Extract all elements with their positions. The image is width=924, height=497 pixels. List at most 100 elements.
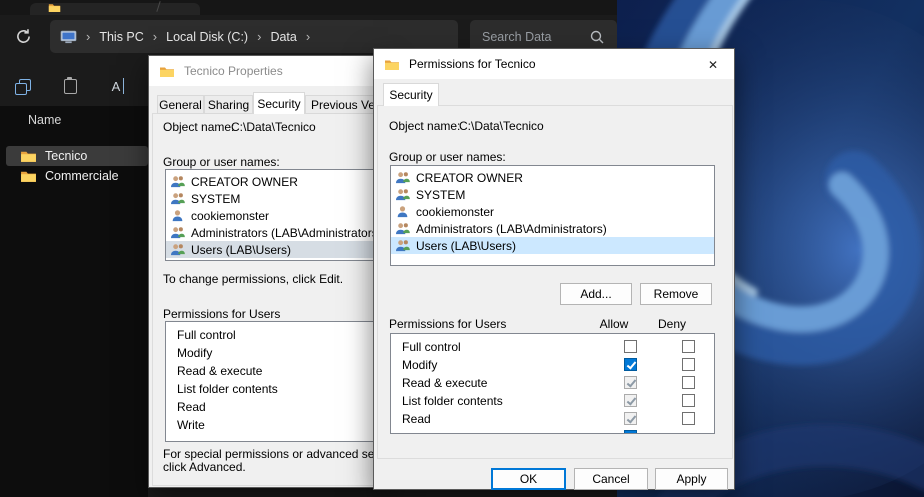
group-item-system[interactable]: SYSTEM bbox=[391, 186, 714, 203]
allow-checkbox-modify[interactable] bbox=[624, 358, 637, 371]
file-row-tecnico[interactable]: Tecnico bbox=[6, 146, 148, 166]
file-list-pane: Name Tecnico Commerciale bbox=[0, 106, 148, 497]
group-item-system[interactable]: SYSTEM bbox=[166, 190, 376, 207]
permissions-for-users-label: Permissions for Users bbox=[389, 317, 506, 331]
allow-checkbox-read-execute[interactable] bbox=[624, 376, 637, 389]
group-icon bbox=[395, 239, 410, 252]
permissions-dialog-titlebar[interactable]: Permissions for Tecnico bbox=[374, 49, 734, 79]
breadcrumb-chevron-icon: › bbox=[86, 29, 90, 44]
group-icon bbox=[395, 188, 410, 201]
deny-checkbox-modify[interactable] bbox=[682, 358, 695, 371]
permission-label: Modify bbox=[177, 344, 212, 362]
advanced-hint-line2: click Advanced. bbox=[163, 460, 246, 474]
file-row-commerciale[interactable]: Commerciale bbox=[6, 166, 148, 186]
deny-checkbox-read[interactable] bbox=[682, 412, 695, 425]
permissions-for-users-label: Permissions for Users bbox=[163, 307, 280, 321]
deny-checkbox-full-control[interactable] bbox=[682, 340, 695, 353]
group-item-label: Administrators (LAB\Administrators) bbox=[416, 222, 607, 236]
group-icon bbox=[395, 171, 410, 184]
allow-checkbox-list-folder-contents[interactable] bbox=[624, 394, 637, 407]
breadcrumb-item-local-disk-c[interactable]: Local Disk (C:) bbox=[166, 30, 248, 44]
permission-row-list-folder-contents[interactable]: List folder contents bbox=[166, 380, 376, 398]
group-item-creator-owner[interactable]: CREATOR OWNER bbox=[391, 169, 714, 186]
name-column-header[interactable]: Name bbox=[28, 113, 61, 127]
object-name-label: Object name: bbox=[163, 120, 234, 134]
explorer-tab-strip bbox=[0, 0, 617, 15]
this-pc-icon bbox=[60, 29, 77, 44]
group-item-users[interactable]: Users (LAB\Users) bbox=[166, 241, 376, 258]
group-item-administrators[interactable]: Administrators (LAB\Administrators) bbox=[166, 224, 376, 241]
remove-button[interactable]: Remove bbox=[640, 283, 712, 305]
permissions-dialog: Permissions for Tecnico ✕ Security Objec… bbox=[373, 48, 735, 490]
object-name-value: C:\Data\Tecnico bbox=[231, 120, 316, 134]
permission-row-modify: Modify bbox=[391, 356, 714, 374]
group-item-label: CREATOR OWNER bbox=[191, 175, 298, 189]
breadcrumb-chevron-icon: › bbox=[153, 29, 157, 44]
permission-row-full-control[interactable]: Full control bbox=[166, 326, 376, 344]
group-item-administrators[interactable]: Administrators (LAB\Administrators) bbox=[391, 220, 714, 237]
group-item-cookiemonster[interactable]: cookiemonster bbox=[391, 203, 714, 220]
properties-dialog-titlebar[interactable]: Tecnico Properties bbox=[149, 56, 387, 86]
copy-icon bbox=[15, 79, 29, 93]
ok-button[interactable]: OK bbox=[491, 468, 566, 490]
permission-row-write[interactable]: Write bbox=[166, 416, 376, 434]
user-icon bbox=[395, 205, 410, 218]
close-icon[interactable]: ✕ bbox=[704, 56, 722, 74]
permission-row-partial bbox=[391, 428, 714, 434]
search-input[interactable] bbox=[482, 30, 589, 44]
permission-row-modify[interactable]: Modify bbox=[166, 344, 376, 362]
permission-label: Read bbox=[402, 410, 431, 428]
group-list: CREATOR OWNER SYSTEM cookiemonster Admin… bbox=[165, 169, 377, 261]
edit-hint-text: To change permissions, click Edit. bbox=[163, 272, 343, 286]
screen: › This PC › Local Disk (C:) › Data › A bbox=[0, 0, 924, 497]
tab-general[interactable]: General bbox=[157, 95, 204, 114]
refresh-icon bbox=[15, 28, 32, 45]
group-item-users[interactable]: Users (LAB\Users) bbox=[391, 237, 714, 254]
group-names-label: Group or user names: bbox=[389, 150, 506, 164]
permissions-dialog-title: Permissions for Tecnico bbox=[409, 57, 536, 71]
breadcrumb-item-this-pc[interactable]: This PC bbox=[99, 30, 143, 44]
file-name: Commerciale bbox=[45, 169, 119, 183]
deny-checkbox-list-folder-contents[interactable] bbox=[682, 394, 695, 407]
apply-button[interactable]: Apply bbox=[655, 468, 728, 490]
group-item-label: Users (LAB\Users) bbox=[191, 243, 291, 257]
breadcrumb-item-data[interactable]: Data bbox=[270, 30, 296, 44]
group-item-creator-owner[interactable]: CREATOR OWNER bbox=[166, 173, 376, 190]
group-icon bbox=[170, 226, 185, 239]
permission-label: List folder contents bbox=[177, 380, 278, 398]
permissions-list: Full control Modify Read & execute List … bbox=[390, 333, 715, 434]
permissions-list: Full control Modify Read & execute List … bbox=[165, 321, 377, 442]
properties-dialog-title: Tecnico Properties bbox=[184, 64, 283, 78]
tab-sharing[interactable]: Sharing bbox=[204, 95, 253, 114]
permission-row-read-execute: Read & execute bbox=[391, 374, 714, 392]
allow-checkbox-read[interactable] bbox=[624, 412, 637, 425]
permission-row-read: Read bbox=[391, 410, 714, 428]
refresh-button[interactable] bbox=[12, 25, 34, 47]
properties-dialog: Tecnico Properties General Sharing Secur… bbox=[148, 55, 388, 488]
breadcrumb-chevron-icon: › bbox=[306, 29, 310, 44]
permission-row-list-folder-contents: List folder contents bbox=[391, 392, 714, 410]
tab-security[interactable]: Security bbox=[383, 83, 439, 106]
group-item-label: cookiemonster bbox=[191, 209, 269, 223]
paste-button[interactable] bbox=[58, 74, 82, 98]
folder-icon bbox=[20, 169, 37, 183]
group-list: CREATOR OWNER SYSTEM cookiemonster Admin… bbox=[390, 165, 715, 266]
rename-button[interactable]: A bbox=[106, 74, 130, 98]
group-item-label: CREATOR OWNER bbox=[416, 171, 523, 185]
allow-checkbox-partial[interactable] bbox=[624, 430, 637, 434]
group-item-cookiemonster[interactable]: cookiemonster bbox=[166, 207, 376, 224]
permission-label: Read bbox=[177, 398, 206, 416]
deny-checkbox-read-execute[interactable] bbox=[682, 376, 695, 389]
permission-label: Read & execute bbox=[402, 374, 487, 392]
permission-row-read[interactable]: Read bbox=[166, 398, 376, 416]
add-button[interactable]: Add... bbox=[560, 283, 632, 305]
permission-row-read-execute[interactable]: Read & execute bbox=[166, 362, 376, 380]
copy-button[interactable] bbox=[10, 74, 34, 98]
cancel-button[interactable]: Cancel bbox=[574, 468, 648, 490]
tab-security[interactable]: Security bbox=[253, 92, 305, 114]
search-icon[interactable] bbox=[589, 29, 605, 45]
permission-label: Modify bbox=[402, 356, 437, 374]
allow-checkbox-full-control[interactable] bbox=[624, 340, 637, 353]
permission-row-full-control: Full control bbox=[391, 338, 714, 356]
permission-label: Full control bbox=[177, 326, 236, 344]
